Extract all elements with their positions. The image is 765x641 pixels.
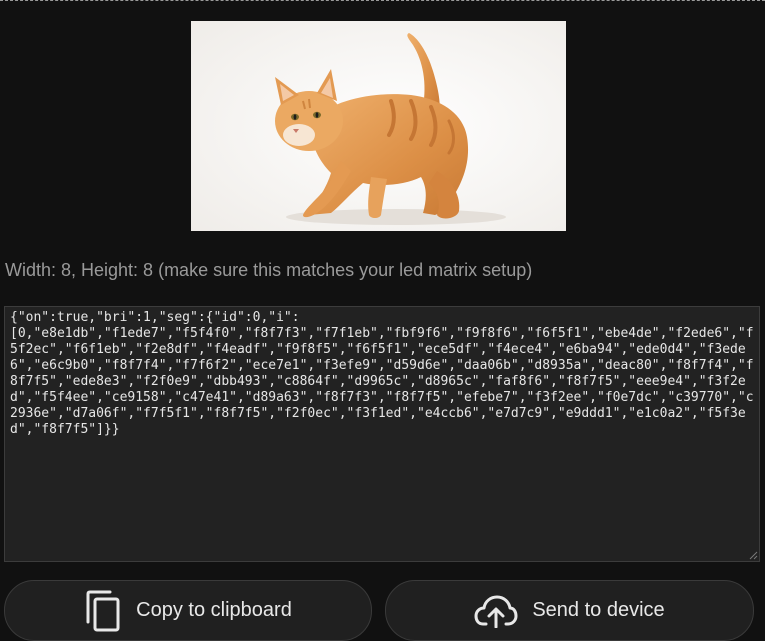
matrix-dimensions-text: Width: 8, Height: 8 (make sure this matc…: [5, 260, 533, 280]
cat-image: [191, 21, 566, 231]
copy-button-label: Copy to clipboard: [136, 599, 292, 621]
resize-handle-icon[interactable]: [748, 550, 758, 560]
copy-to-clipboard-button[interactable]: Copy to clipboard: [4, 580, 372, 641]
top-divider: [0, 0, 765, 1]
cloud-upload-icon: [474, 594, 518, 628]
json-output-textarea[interactable]: {"on":true,"bri":1,"seg":{"id":0,"i": [0…: [4, 306, 760, 562]
send-to-device-button[interactable]: Send to device: [385, 580, 754, 641]
send-button-label: Send to device: [532, 599, 665, 621]
copy-icon: [84, 590, 122, 632]
image-preview: [191, 21, 566, 231]
